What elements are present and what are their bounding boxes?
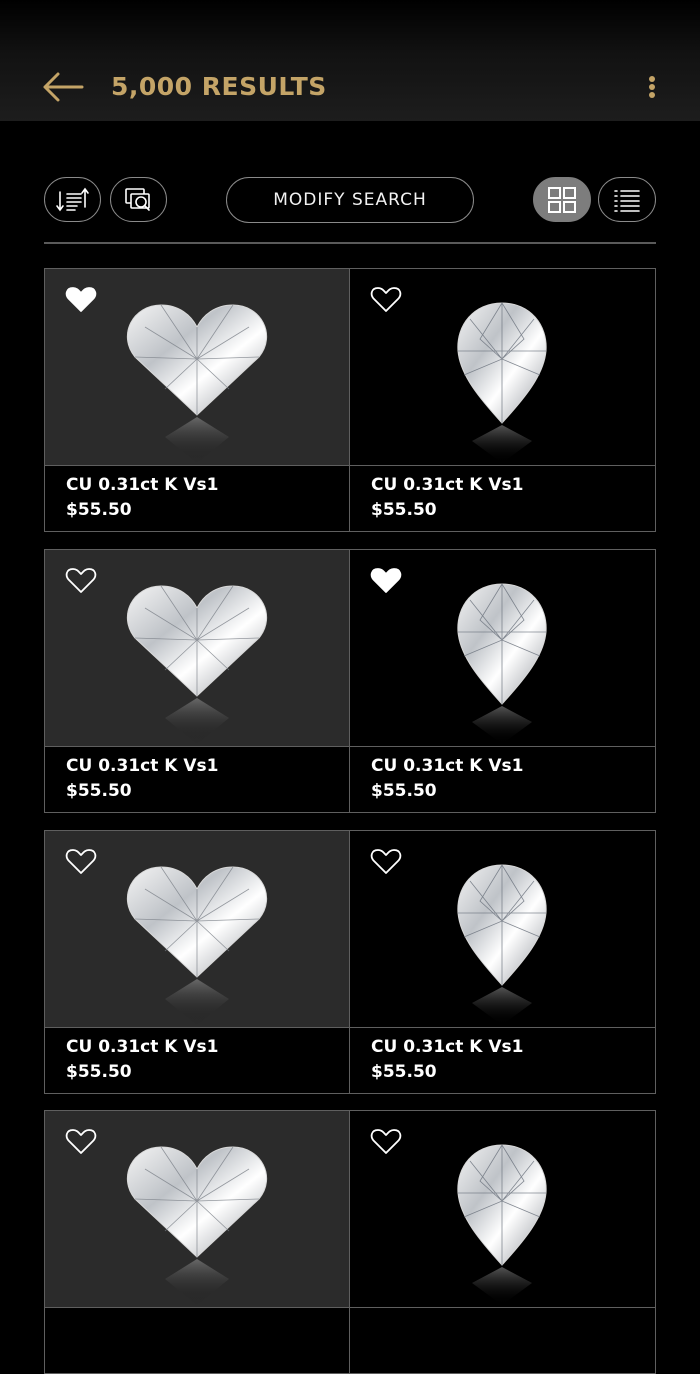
more-options-button[interactable]	[640, 70, 664, 104]
pear-diamond-image	[457, 864, 547, 1025]
grid-view-button[interactable]	[533, 177, 591, 222]
diamond-price: $55.50	[66, 1062, 132, 1082]
more-vertical-icon	[649, 76, 655, 98]
pear-diamond-image	[457, 302, 547, 463]
favorite-button[interactable]	[370, 285, 402, 313]
favorite-button[interactable]	[370, 566, 402, 594]
list-view-button[interactable]	[598, 177, 656, 222]
heart-diamond-image	[126, 866, 268, 1025]
diamond-price: $55.50	[371, 1062, 437, 1082]
diamond-card[interactable]	[44, 1110, 350, 1374]
favorite-heart-icon	[370, 287, 402, 312]
results-row: CU 0.31ct K Vs1 $55.50 CU 0.31ct K Vs1 $…	[44, 830, 656, 1094]
favorite-heart-icon	[370, 1129, 402, 1154]
sort-button[interactable]	[44, 177, 101, 222]
diamond-image-area	[350, 1111, 655, 1308]
heart-diamond-image	[126, 585, 268, 744]
app-header: 5,000 RESULTS	[0, 0, 700, 121]
results-row: CU 0.31ct K Vs1 $55.50 CU 0.31ct K Vs1 $…	[44, 549, 656, 813]
diamond-image-area	[45, 1111, 349, 1308]
diamond-image-area	[350, 831, 655, 1028]
diamond-name: CU 0.31ct K Vs1	[66, 756, 219, 776]
results-row	[44, 1110, 656, 1374]
diamond-card[interactable]: CU 0.31ct K Vs1 $55.50	[44, 549, 350, 813]
favorite-heart-icon	[370, 568, 402, 593]
diamond-price: $55.50	[371, 781, 437, 801]
compare-button[interactable]	[110, 177, 167, 222]
diamond-name: CU 0.31ct K Vs1	[66, 1037, 219, 1057]
modify-search-button[interactable]: MODIFY SEARCH	[226, 177, 474, 223]
favorite-heart-icon	[65, 849, 97, 874]
favorite-button[interactable]	[370, 847, 402, 875]
diamond-price: $55.50	[371, 500, 437, 520]
sort-icon	[55, 187, 89, 211]
pear-diamond-image	[457, 583, 547, 744]
diamond-image-area	[350, 550, 655, 747]
grid-view-icon	[548, 186, 576, 213]
favorite-heart-icon	[370, 849, 402, 874]
favorite-button[interactable]	[65, 1127, 97, 1155]
favorite-heart-icon	[65, 568, 97, 593]
diamond-image-area	[45, 550, 349, 747]
diamond-image-area	[45, 831, 349, 1028]
toolbar-divider	[44, 242, 656, 244]
diamond-name: CU 0.31ct K Vs1	[371, 1037, 524, 1057]
diamond-name: CU 0.31ct K Vs1	[371, 475, 524, 495]
diamond-name: CU 0.31ct K Vs1	[66, 475, 219, 495]
favorite-heart-icon	[65, 287, 97, 312]
heart-diamond-image	[126, 304, 268, 463]
favorite-button[interactable]	[65, 285, 97, 313]
favorite-button[interactable]	[65, 566, 97, 594]
back-button[interactable]	[40, 68, 86, 106]
diamond-image-area	[45, 269, 349, 466]
diamond-image-area	[350, 269, 655, 466]
pear-diamond-image	[457, 1144, 547, 1305]
favorite-heart-icon	[65, 1129, 97, 1154]
favorite-button[interactable]	[65, 847, 97, 875]
results-count-title: 5,000 RESULTS	[111, 72, 327, 101]
diamond-price: $55.50	[66, 781, 132, 801]
results-row: CU 0.31ct K Vs1 $55.50 CU 0.31ct K Vs1 $…	[44, 268, 656, 532]
favorite-button[interactable]	[370, 1127, 402, 1155]
diamond-price: $55.50	[66, 500, 132, 520]
diamond-card[interactable]: CU 0.31ct K Vs1 $55.50	[350, 830, 656, 1094]
compare-search-icon	[124, 187, 150, 211]
results-toolbar: MODIFY SEARCH	[0, 176, 700, 226]
arrow-left-icon	[43, 72, 84, 102]
diamond-card[interactable]: CU 0.31ct K Vs1 $55.50	[44, 830, 350, 1094]
heart-diamond-image	[126, 1146, 268, 1305]
diamond-card[interactable]: CU 0.31ct K Vs1 $55.50	[350, 268, 656, 532]
diamond-card[interactable]: CU 0.31ct K Vs1 $55.50	[350, 549, 656, 813]
diamond-name: CU 0.31ct K Vs1	[371, 756, 524, 776]
diamond-card[interactable]: CU 0.31ct K Vs1 $55.50	[44, 268, 350, 532]
list-view-icon	[614, 189, 640, 212]
diamond-card[interactable]	[350, 1110, 656, 1374]
